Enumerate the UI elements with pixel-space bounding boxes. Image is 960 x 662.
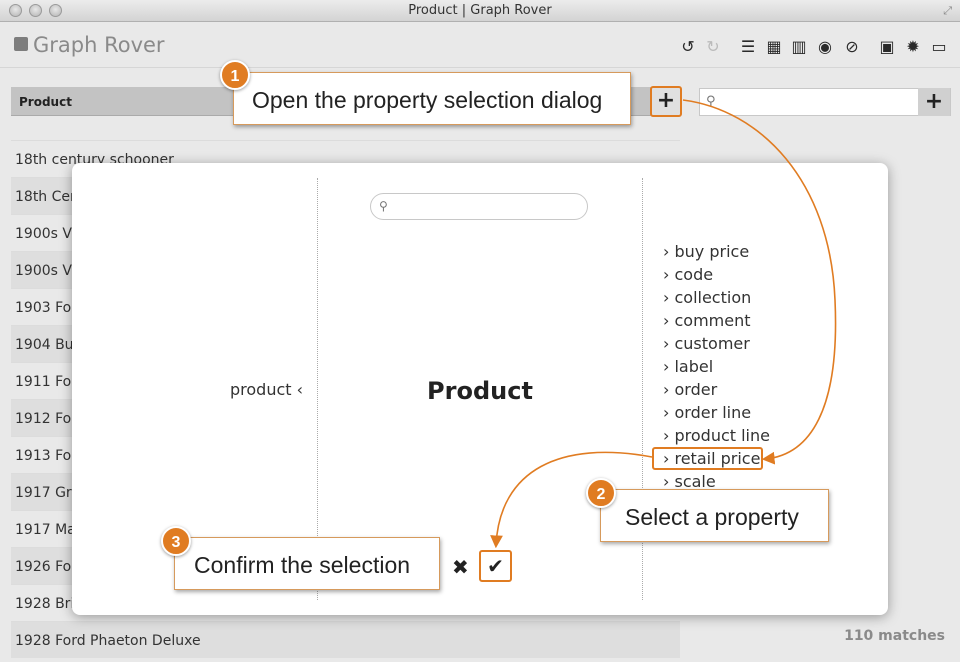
eye-icon[interactable]: ◉ [816,38,834,56]
callout-step2: Select a property [600,489,829,542]
app-name: Graph Rover [33,33,165,57]
property-item[interactable]: › label [662,355,770,378]
step2-badge: 2 [586,478,616,508]
app-header: Graph Rover ↺ ↻ ☰ ▦ ▥ ◉ ⊘ ▣ ✹ ▭ [0,22,960,68]
lock-icon[interactable]: ▣ [878,38,896,56]
match-count: 110 matches [844,628,945,644]
column-header-label: Product [19,95,72,109]
property-item[interactable]: › order line [662,401,770,424]
property-item[interactable]: › buy price [662,240,770,263]
add-property-button[interactable]: + [650,86,682,117]
add-filter-button[interactable]: + [918,88,950,116]
search-icon: ⚲ [379,199,388,213]
callout-step2-text: Select a property [625,504,799,530]
folder-icon[interactable]: ▭ [930,38,948,56]
map-icon[interactable]: ▥ [790,38,808,56]
calendar-icon[interactable]: ▦ [765,38,783,56]
filter-search[interactable]: ⚲ + [699,88,951,116]
entity-title: Product [427,377,533,405]
step1-badge: 1 [220,60,250,90]
compass-icon[interactable]: ⊘ [843,38,861,56]
property-item[interactable]: › comment [662,309,770,332]
confirm-check-icon[interactable]: ✔ [479,550,512,582]
callout-step3: Confirm the selection [174,537,440,590]
app-logo-icon [14,37,28,51]
undo-icon[interactable]: ↺ [679,38,697,56]
property-item[interactable]: › code [662,263,770,286]
property-list: › buy price › code › collection › commen… [652,240,770,493]
redo-icon[interactable]: ↻ [704,38,722,56]
callout-step1: Open the property selection dialog [233,72,631,125]
search-icon: ⚲ [706,94,716,109]
cancel-icon[interactable]: ✖ [452,555,469,579]
property-item-selected[interactable]: › retail price [652,447,763,470]
property-item[interactable]: › order [662,378,770,401]
fullscreen-icon[interactable]: ⤢ [943,4,952,18]
list-icon[interactable]: ☰ [739,38,757,56]
list-item[interactable]: 1928 Ford Phaeton Deluxe [11,621,680,658]
window-title: Product | Graph Rover [408,3,552,18]
callout-step3-text: Confirm the selection [194,552,411,578]
step3-badge: 3 [161,526,191,556]
property-item[interactable]: › customer [662,332,770,355]
callout-step1-text: Open the property selection dialog [252,87,603,113]
dialog-search-input[interactable]: ⚲ [370,193,588,220]
property-item[interactable]: › collection [662,286,770,309]
property-item[interactable]: › product line [662,424,770,447]
incoming-relation[interactable]: product ‹ [230,380,303,399]
window-titlebar: Product | Graph Rover ⤢ [0,0,960,22]
gear-icon[interactable]: ✹ [904,38,922,56]
